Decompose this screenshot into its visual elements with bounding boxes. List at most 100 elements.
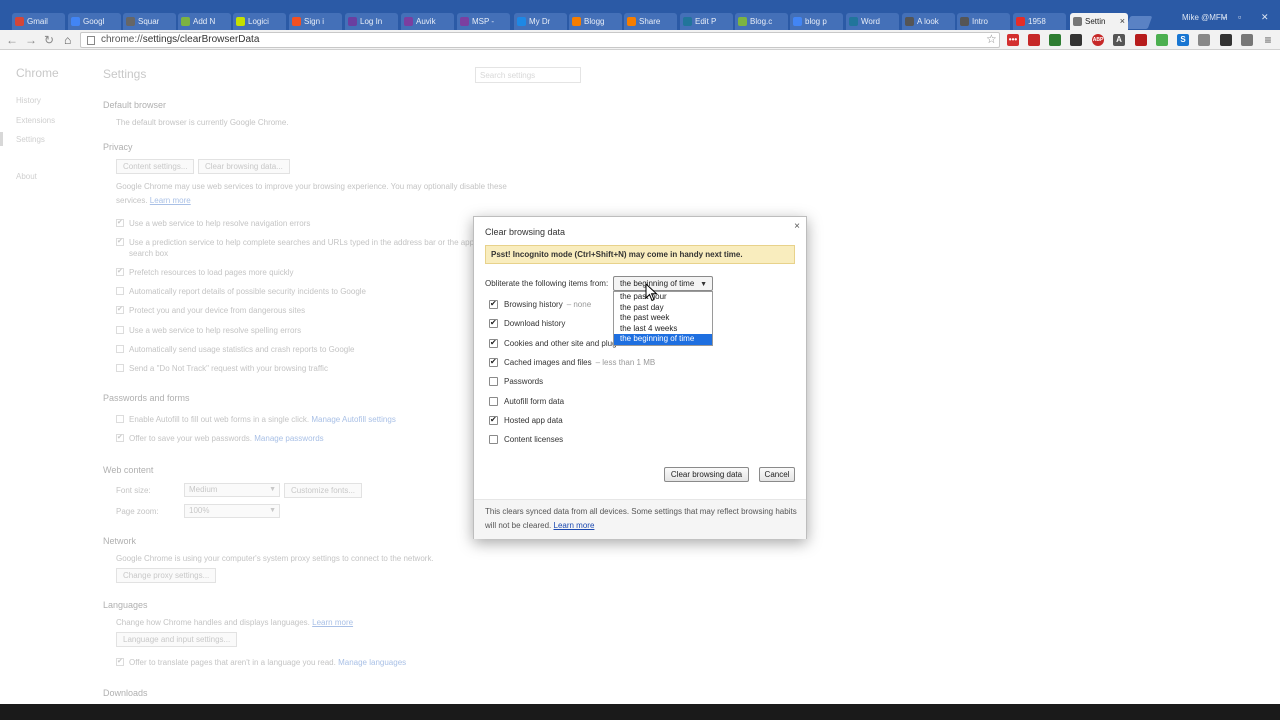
clear-item-checkbox[interactable] <box>489 377 498 387</box>
privacy-option-checkbox[interactable] <box>116 364 124 372</box>
clear-item-checkbox[interactable] <box>489 435 498 445</box>
clear-item-checkbox[interactable] <box>489 415 498 425</box>
customize-fonts-button[interactable]: Customize fonts... <box>284 483 363 498</box>
translate-checkbox[interactable] <box>116 657 124 666</box>
browser-tab[interactable]: Share <box>624 13 677 30</box>
close-window-icon[interactable]: ✕ <box>1261 12 1269 23</box>
privacy-option[interactable]: Use a prediction service to help complet… <box>116 237 483 247</box>
browser-tab[interactable]: Squar <box>123 13 176 30</box>
privacy-option[interactable]: Use a web service to help resolve spelli… <box>116 326 301 335</box>
browser-tab[interactable]: 1958 <box>1013 13 1066 30</box>
privacy-option[interactable]: Prefetch resources to load pages more qu… <box>116 267 294 277</box>
browser-tab[interactable]: Add N <box>178 13 231 30</box>
browser-tab[interactable]: Auvik <box>401 13 454 30</box>
nav-about[interactable]: About <box>16 172 37 181</box>
back-icon[interactable]: ← <box>6 33 18 47</box>
adblock-plus-icon[interactable]: ABP <box>1092 34 1104 46</box>
font-icon[interactable]: A <box>1113 34 1125 46</box>
language-input-settings-button[interactable]: Language and input settings... <box>116 632 238 647</box>
red-square-icon[interactable] <box>1028 34 1040 46</box>
footer-learn-more-link[interactable]: Learn more <box>554 521 595 530</box>
privacy-option[interactable]: Automatically report details of possible… <box>116 287 366 296</box>
privacy-option-checkbox[interactable] <box>116 287 124 295</box>
clear-item[interactable]: Passwords <box>489 377 543 387</box>
clear-item[interactable]: Browsing history– none <box>489 299 591 309</box>
content-settings-button[interactable]: Content settings... <box>116 159 195 174</box>
tab-close-icon[interactable]: × <box>1120 16 1125 26</box>
bookmark-star-icon[interactable]: ☆ <box>986 32 997 46</box>
browser-tab[interactable]: Googl <box>68 13 121 30</box>
time-range-select[interactable]: the beginning of time ▼ <box>613 276 713 291</box>
browser-tab[interactable]: My Dr <box>514 13 567 30</box>
menu-icon[interactable]: ≡ <box>1262 34 1274 46</box>
calculator-icon[interactable] <box>1070 34 1082 46</box>
clear-browsing-data-button[interactable]: Clear browsing data... <box>198 159 290 174</box>
manage-languages-link[interactable]: Manage languages <box>338 658 406 667</box>
chrome-icon[interactable] <box>1156 34 1168 46</box>
save-passwords-option[interactable]: Offer to save your web passwords. Manage… <box>116 433 324 443</box>
reload-icon[interactable]: ↻ <box>44 33 54 47</box>
forward-icon[interactable]: → <box>25 33 37 47</box>
address-bar[interactable]: chrome://settings/clearBrowserData <box>80 32 1000 48</box>
privacy-option[interactable]: Automatically send usage statistics and … <box>116 345 354 354</box>
browser-tab[interactable]: Word <box>846 13 899 30</box>
close-icon[interactable]: × <box>794 221 800 232</box>
privacy-option[interactable]: Use a web service to help resolve naviga… <box>116 218 310 228</box>
clear-item-checkbox[interactable] <box>489 299 498 309</box>
privacy-option-checkbox[interactable] <box>116 345 124 353</box>
time-range-option[interactable]: the beginning of time <box>614 334 712 345</box>
browser-tab[interactable]: Sign i <box>289 13 342 30</box>
page-zoom-select[interactable]: 100% ▼ <box>184 504 280 518</box>
green-circle-icon[interactable] <box>1049 34 1061 46</box>
lastpass-icon[interactable]: ••• <box>1007 34 1019 46</box>
privacy-option-checkbox[interactable] <box>116 218 124 227</box>
nav-settings[interactable]: Settings <box>16 135 45 144</box>
privacy-option-checkbox[interactable] <box>116 237 124 246</box>
clear-item[interactable]: Download history <box>489 318 565 329</box>
browser-tab[interactable]: Intro <box>957 13 1010 30</box>
privacy-option-checkbox[interactable] <box>116 305 124 314</box>
clear-item-checkbox[interactable] <box>489 318 498 329</box>
rss-icon[interactable] <box>1198 34 1210 46</box>
s-icon[interactable]: S <box>1177 34 1189 46</box>
save-passwords-checkbox[interactable] <box>116 433 124 442</box>
cancel-button[interactable]: Cancel <box>759 467 795 482</box>
translate-option[interactable]: Offer to translate pages that aren't in … <box>116 657 406 667</box>
privacy-option-checkbox[interactable] <box>116 267 124 276</box>
time-range-option[interactable]: the last 4 weeks <box>614 324 712 335</box>
clear-item[interactable]: Cookies and other site and plug <box>489 338 617 348</box>
browser-tab[interactable]: Blog.c <box>735 13 788 30</box>
clear-item-checkbox[interactable] <box>489 357 498 367</box>
manage-autofill-link[interactable]: Manage Autofill settings <box>311 415 396 424</box>
privacy-option-checkbox[interactable] <box>116 326 124 334</box>
manage-passwords-link[interactable]: Manage passwords <box>254 434 323 443</box>
clear-item-checkbox[interactable] <box>489 396 498 406</box>
clear-data-button[interactable]: Clear browsing data <box>664 467 749 482</box>
privacy-learn-more-link[interactable]: Learn more <box>150 196 191 205</box>
record-icon[interactable] <box>1135 34 1147 46</box>
time-range-option[interactable]: the past week <box>614 313 712 324</box>
nav-history[interactable]: History <box>16 96 41 105</box>
nav-extensions[interactable]: Extensions <box>16 116 55 125</box>
browser-tab[interactable]: Log In <box>345 13 398 30</box>
browser-tab[interactable]: Blogg <box>569 13 622 30</box>
clear-item-checkbox[interactable] <box>489 338 498 348</box>
profile-name[interactable]: Mike @MFM <box>1182 13 1227 22</box>
maximize-icon[interactable]: ▫ <box>1238 12 1241 22</box>
home-icon[interactable]: ⌂ <box>64 33 71 47</box>
autofill-option[interactable]: Enable Autofill to fill out web forms in… <box>116 415 396 424</box>
clear-item[interactable]: Content licenses <box>489 435 563 445</box>
new-tab-button[interactable] <box>1125 16 1153 29</box>
clear-item[interactable]: Hosted app data <box>489 415 563 425</box>
browser-tab[interactable]: Settin × <box>1070 13 1128 30</box>
browser-tab[interactable]: MSP - <box>457 13 510 30</box>
browser-tab[interactable]: Gmail <box>12 13 65 30</box>
browser-tab[interactable]: Logici <box>233 13 286 30</box>
autofill-checkbox[interactable] <box>116 415 124 423</box>
time-range-option[interactable]: the past day <box>614 303 712 314</box>
time-range-option[interactable]: the past hour <box>614 292 712 303</box>
privacy-option[interactable]: Send a "Do Not Track" request with your … <box>116 364 328 373</box>
privacy-option[interactable]: Protect you and your device from dangero… <box>116 305 305 315</box>
extension-icon[interactable] <box>1241 34 1253 46</box>
glasses-icon[interactable] <box>1220 34 1232 46</box>
